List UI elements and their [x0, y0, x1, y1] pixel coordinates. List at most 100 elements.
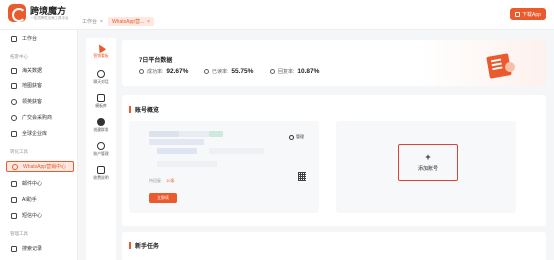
sidebar-item-label: 领英获客	[22, 99, 43, 105]
reply-rate-icon	[270, 69, 275, 74]
subnav-item-broadcast[interactable]: 创建群发	[86, 118, 116, 133]
read-rate-icon	[204, 69, 209, 74]
stat-label: 回复率:	[278, 69, 295, 75]
stat-read-rate: 已读率: 55.75%	[204, 68, 253, 75]
chat-icon	[97, 70, 105, 78]
sidebar-item-label: 短信中心	[22, 213, 43, 219]
add-account-area: + 添加账号	[336, 121, 516, 213]
map-icon	[11, 82, 17, 89]
gear-icon	[289, 134, 294, 140]
blurred-info	[157, 148, 197, 154]
sidebar-group-title: 转化工具	[10, 149, 28, 154]
close-icon[interactable]: ×	[147, 19, 150, 25]
broadcast-icon	[97, 118, 105, 126]
stats-card: 7日平台数据 成功率: 92.67% 已读率: 55.75% 回复率: 10.8…	[122, 40, 546, 86]
badge-illustration-icon	[505, 62, 515, 72]
subnav-label: 聊天对话	[93, 80, 109, 84]
sidebar-item-canton-fair[interactable]: 广交会采购商	[6, 112, 74, 123]
top-bar: 跨境魔方 一站式跨境出海工具平台 工作台 × WhatsApp营... × 下载…	[0, 0, 554, 30]
mail-icon	[11, 180, 17, 187]
sidebar-item-company-library[interactable]: 全球企业库	[6, 128, 74, 139]
stats-title: 7日平台数据	[139, 58, 173, 64]
sidebar-item-label: 广交会采购商	[22, 115, 53, 121]
whatsapp-icon	[12, 163, 18, 170]
search-record-icon	[11, 245, 17, 252]
subnav-label: 收费说明	[93, 176, 109, 180]
stat-label: 成功率:	[147, 69, 164, 75]
subnav-item-accounts[interactable]: 账户管理	[86, 142, 116, 157]
tab-whatsapp[interactable]: WhatsApp营... ×	[107, 17, 155, 26]
qr-code-icon[interactable]	[298, 172, 306, 181]
sidebar-item-whatsapp[interactable]: WhatsApp营销中心	[6, 161, 74, 172]
sidebar-item-linkedin[interactable]: 领英获客	[6, 96, 74, 107]
account-icon	[97, 142, 105, 150]
subnav-item-pricing[interactable]: 收费说明	[86, 166, 116, 181]
workbench-icon	[11, 35, 17, 42]
company-library-icon	[11, 130, 17, 137]
app-logo[interactable]: 跨境魔方 一站式跨境出海工具平台	[8, 4, 69, 22]
pending-value: 10条	[166, 178, 175, 183]
subnav-item-chat[interactable]: 聊天对话	[86, 70, 116, 85]
blurred-status	[209, 131, 223, 137]
sidebar-item-label: AI助手	[22, 197, 37, 203]
pending-label: 待回复:	[149, 178, 163, 183]
send-icon	[95, 42, 107, 54]
manage-label: 管理	[296, 134, 304, 139]
tab-workbench[interactable]: 工作台 ×	[82, 18, 103, 26]
sidebar-group-title: 拓客中心	[10, 54, 28, 59]
success-rate-icon	[139, 69, 144, 74]
app-name: 跨境魔方	[30, 5, 67, 16]
sidebar-item-search-record[interactable]: 搜索记录	[6, 243, 74, 254]
tab-bar: 工作台 × WhatsApp营... ×	[82, 17, 159, 26]
sidebar-item-sms[interactable]: 短信中心	[6, 210, 74, 221]
customs-data-icon	[11, 67, 17, 74]
sidebar-item-map[interactable]: 地图获客	[6, 80, 74, 91]
template-icon	[97, 94, 105, 102]
subnav-label: 创建群发	[93, 128, 109, 132]
ai-assistant-icon	[11, 196, 17, 203]
account-card[interactable]: 管理 待回复: 10条 立即续	[129, 121, 319, 213]
renew-button[interactable]: 立即续	[149, 193, 177, 203]
stat-value: 55.75%	[231, 68, 254, 75]
sidebar-item-label: 海关数据	[22, 68, 43, 74]
add-account-button[interactable]: + 添加账号	[398, 144, 458, 181]
new-user-tasks-card: 新手任务	[122, 232, 546, 260]
add-account-label: 添加账号	[417, 166, 438, 172]
stat-reply-rate: 回复率: 10.87%	[270, 68, 319, 75]
sidebar-item-ai[interactable]: AI助手	[6, 194, 74, 205]
blurred-avatar	[149, 131, 179, 137]
pending-reply: 待回复: 10条	[149, 178, 175, 184]
sidebar-group-title: 管理工具	[10, 231, 28, 236]
download-label: 下载App	[522, 11, 541, 18]
manage-button[interactable]: 管理	[289, 134, 304, 140]
subnav-item-templates[interactable]: 模板库	[86, 94, 116, 109]
section-title: 账号概览	[129, 105, 159, 114]
sidebar: 工作台 拓客中心 海关数据 地图获客 领英获客 广交会采购商 全球企业库 转化工…	[0, 30, 78, 260]
close-icon[interactable]: ×	[100, 19, 103, 25]
sidebar-item-mail[interactable]: 邮件中心	[6, 178, 74, 189]
section-title: 新手任务	[129, 241, 159, 250]
stat-success-rate: 成功率: 92.67%	[139, 68, 188, 75]
blurred-info	[209, 148, 264, 154]
subnav-label: 账户管理	[93, 152, 109, 156]
sidebar-item-customs[interactable]: 海关数据	[6, 65, 74, 76]
blurred-name	[179, 131, 209, 137]
subnav-label: 营销看板	[93, 54, 109, 58]
plus-icon: +	[425, 152, 431, 162]
secondary-nav: 营销看板 聊天对话 模板库 创建群发 账户管理 收费说明	[86, 38, 116, 260]
sidebar-item-workbench[interactable]: 工作台	[6, 33, 74, 44]
app-subtitle: 一站式跨境出海工具平台	[30, 15, 69, 20]
blurred-info	[157, 161, 217, 167]
account-overview-card: 账号概览 管理 待回复: 10条 立即续 + 添加账号	[122, 95, 546, 226]
sidebar-item-label: 工作台	[22, 36, 38, 42]
subnav-item-dashboard[interactable]: 营销看板	[86, 42, 116, 59]
subnav-label: 模板库	[95, 104, 107, 108]
globe-icon	[11, 114, 17, 121]
tab-label: 工作台	[82, 19, 98, 25]
download-app-button[interactable]: 下载App	[510, 8, 546, 20]
download-icon	[515, 11, 521, 17]
pricing-icon	[97, 166, 105, 174]
sidebar-item-label: 地图获客	[22, 83, 43, 89]
blurred-number	[149, 139, 204, 145]
logo-icon	[8, 4, 26, 22]
